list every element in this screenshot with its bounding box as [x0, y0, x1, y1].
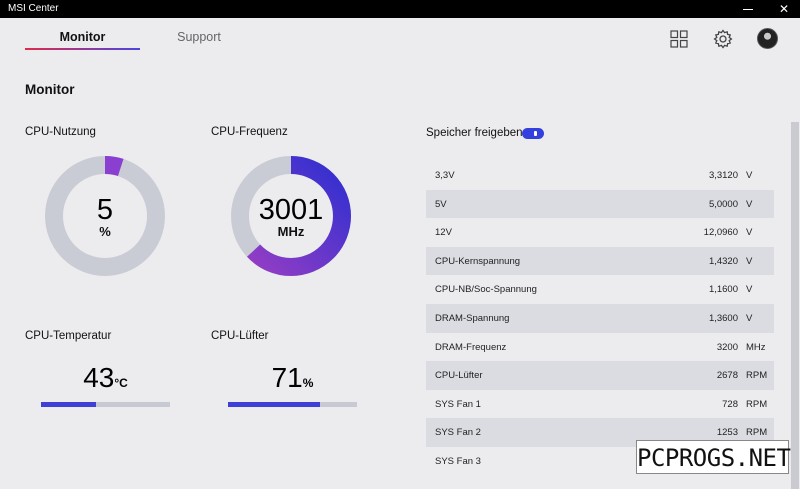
avatar[interactable]	[757, 28, 778, 49]
row-value: 12,0960	[703, 227, 738, 239]
row-value: 3200	[716, 341, 738, 353]
cpu-frequency-unit: MHz	[277, 224, 305, 239]
row-unit: V	[746, 170, 753, 181]
window-title: MSI Center	[8, 3, 59, 14]
cpu-frequency-value: 3001	[258, 194, 324, 226]
table-row: DRAM-Frequenz 3200 MHz	[426, 333, 774, 362]
row-value: 2678	[716, 370, 738, 382]
row-value: 3,3120	[708, 170, 738, 181]
cpu-temperature-unit: °C	[114, 376, 128, 390]
table-row: DRAM-Spannung 1,3600 V	[426, 303, 774, 333]
minimize-icon	[743, 8, 753, 10]
close-button[interactable]: ✕	[770, 0, 798, 18]
tab-support[interactable]: Support	[150, 30, 248, 44]
cpu-usage-unit: %	[99, 224, 111, 239]
cpu-temperature-readout: 43°C	[41, 362, 170, 394]
table-row: CPU-Kernspannung 1,4320 V	[426, 246, 774, 276]
cpu-fan-bar-fill	[228, 402, 320, 407]
cpu-temperature-bar	[41, 402, 170, 407]
cpu-fan-title: CPU-Lüfter	[211, 330, 269, 342]
row-unit: RPM	[746, 398, 768, 410]
row-label: DRAM-Frequenz	[435, 341, 507, 353]
row-label: CPU-Lüfter	[435, 370, 483, 382]
row-value: 1,3600	[708, 312, 738, 324]
cpu-fan-readout: 71%	[228, 362, 357, 394]
row-value: 1,4320	[708, 255, 738, 267]
cpu-temperature-bar-fill	[41, 402, 97, 407]
cpu-temperature-value: 43	[83, 362, 115, 393]
gear-icon[interactable]	[712, 28, 734, 50]
cpu-usage-value: 5	[96, 194, 114, 226]
table-row: CPU-NB/Soc-Spannung 1,1600 V	[426, 275, 774, 304]
row-label: SYS Fan 3	[435, 455, 481, 467]
row-label: CPU-Kernspannung	[435, 255, 521, 267]
grid-icon[interactable]	[668, 28, 690, 50]
table-row: 5V 5,0000 V	[426, 189, 774, 219]
row-value: 1,1600	[708, 284, 738, 296]
cpu-fan-unit: %	[302, 376, 314, 390]
cpu-frequency-title: CPU-Frequenz	[211, 126, 288, 138]
cpu-fan-bar	[228, 402, 357, 407]
memory-release-label: Speicher freigeben	[426, 127, 523, 139]
title-bar: MSI Center ✕	[0, 0, 800, 18]
row-unit: V	[746, 198, 753, 210]
row-label: SYS Fan 2	[435, 427, 481, 439]
cpu-temperature-title: CPU-Temperatur	[25, 330, 112, 342]
watermark: PCPROGS.NET	[636, 440, 791, 474]
tab-monitor[interactable]: Monitor	[25, 30, 140, 44]
minimize-button[interactable]	[734, 0, 762, 18]
row-label: SYS Fan 1	[435, 398, 481, 410]
row-label: 3,3V	[435, 170, 455, 181]
scrollbar[interactable]	[791, 122, 799, 489]
active-tab-underline	[25, 48, 140, 50]
row-unit: V	[746, 227, 753, 239]
row-unit: V	[746, 312, 753, 324]
row-unit: V	[746, 255, 753, 267]
row-value: 1253	[716, 427, 738, 439]
row-unit: V	[746, 284, 753, 296]
row-label: DRAM-Spannung	[435, 312, 510, 324]
cpu-fan-value: 71	[271, 362, 303, 393]
row-value: 728	[722, 398, 738, 410]
row-unit: RPM	[746, 370, 768, 382]
row-value: 5,0000	[708, 198, 738, 210]
table-row: 3,3V 3,3120 V	[426, 161, 774, 190]
voltage-list: 3,3V 3,3120 V 5V 5,0000 V 12V 12,0960 V CPU-Kerns…	[426, 161, 774, 476]
row-unit: MHz	[746, 341, 766, 353]
table-row: 12V 12,0960 V	[426, 218, 774, 247]
row-label: 5V	[435, 198, 447, 210]
table-row: SYS Fan 1 728 RPM	[426, 390, 774, 419]
row-label: CPU-NB/Soc-Spannung	[435, 284, 537, 296]
memory-release-toggle[interactable]	[522, 128, 544, 139]
table-row: CPU-Lüfter 2678 RPM	[426, 361, 774, 390]
page-title: Monitor	[25, 82, 75, 97]
cpu-usage-title: CPU-Nutzung	[25, 126, 96, 138]
close-icon: ✕	[778, 2, 790, 16]
row-unit: RPM	[746, 427, 768, 439]
row-label: 12V	[435, 227, 452, 239]
